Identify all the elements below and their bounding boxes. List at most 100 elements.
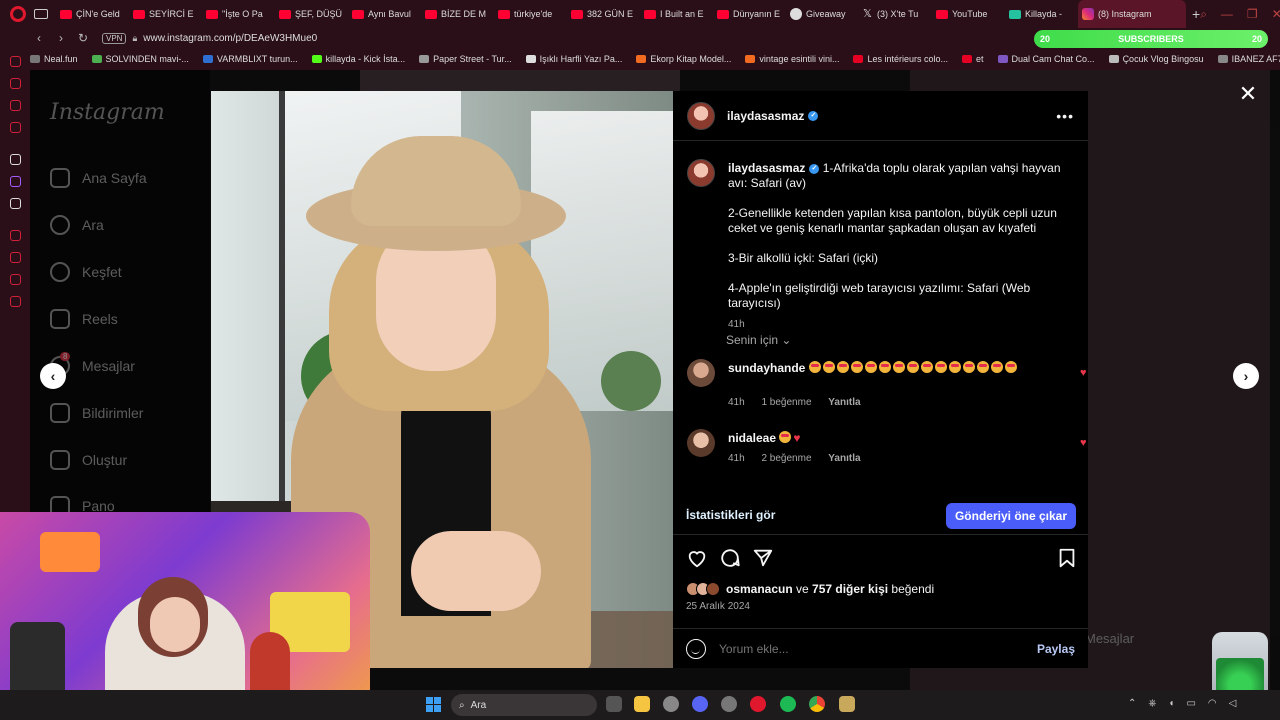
bookmark-item[interactable]: Dual Cam Chat Co...: [997, 54, 1095, 64]
avatar[interactable]: [687, 101, 715, 130]
tab-overview-icon[interactable]: [34, 9, 48, 19]
network-icon[interactable]: ◠: [1208, 698, 1217, 709]
volume-icon[interactable]: ◁: [1229, 698, 1237, 709]
bookmark-item[interactable]: Neal.fun: [30, 54, 78, 64]
new-tab-button[interactable]: +: [1192, 6, 1200, 22]
browser-tab[interactable]: Giveaway: [786, 0, 859, 28]
next-post-button[interactable]: ›: [1233, 363, 1259, 389]
browser-tab[interactable]: 𝕏 (3) X'te Tu: [859, 0, 932, 28]
system-tray: ⌃ ⎈ ◖ ▭ ◠ ◁: [1128, 698, 1236, 709]
browser-tab[interactable]: 382 GÜN E: [567, 0, 640, 28]
commenter-avatar[interactable]: [687, 359, 715, 387]
close-modal-icon[interactable]: ✕: [1238, 83, 1258, 105]
commenter-avatar[interactable]: [687, 429, 715, 457]
spaces-sidebar-icon[interactable]: [10, 154, 21, 165]
bookmark-item[interactable]: SOLVINDEN mavi-...: [91, 54, 189, 64]
spotify-icon[interactable]: [780, 696, 796, 712]
commenter-username[interactable]: sundayhande: [728, 361, 805, 375]
forward-icon[interactable]: ›: [52, 31, 70, 45]
more-options-icon[interactable]: •••: [1056, 108, 1074, 124]
bookmark-item[interactable]: Paper Street - Tur...: [419, 54, 512, 64]
twitch-sidebar-icon[interactable]: [10, 176, 21, 187]
discord-icon[interactable]: [692, 696, 708, 712]
browser-tab[interactable]: Aynı Bavul: [348, 0, 421, 28]
reply-button[interactable]: Yanıtla: [828, 453, 860, 464]
caption-avatar[interactable]: [687, 159, 715, 187]
caption-body: ilaydasasmaz ✓ 1-Afrika'da toplu olarak y…: [728, 161, 1078, 332]
history-sidebar-icon[interactable]: [10, 252, 21, 263]
bookmark-item[interactable]: et: [962, 54, 984, 64]
browser-tab[interactable]: BİZE DE M: [421, 0, 494, 28]
bookmark-favicon-icon: [962, 55, 973, 63]
share-icon[interactable]: [752, 547, 774, 569]
bookmark-item[interactable]: VARMBLIXT turun...: [202, 54, 298, 64]
post-username[interactable]: ilaydasasmaz ✓: [727, 109, 819, 123]
post-comment-button[interactable]: Paylaş: [1037, 642, 1075, 656]
steam-icon[interactable]: [721, 696, 737, 712]
messenger-sidebar-icon[interactable]: [10, 78, 21, 89]
browser-tab[interactable]: YouTube: [932, 0, 1005, 28]
browser-tab[interactable]: Dünyanın E: [713, 0, 786, 28]
bookmark-item[interactable]: Ekorp Kitap Model...: [636, 54, 731, 64]
reply-button[interactable]: Yanıtla: [828, 397, 860, 408]
bookmark-item[interactable]: Işıklı Harfli Yazı Pa...: [525, 54, 622, 64]
task-view-icon[interactable]: [606, 696, 622, 712]
browser-tab[interactable]: Killayda -: [1005, 0, 1078, 28]
browser-tab[interactable]: SEYİRCİ E: [129, 0, 202, 28]
opera-logo-icon[interactable]: [10, 6, 26, 22]
close-window-icon[interactable]: ✕: [1272, 7, 1280, 22]
settings-sidebar-icon[interactable]: [10, 296, 21, 307]
comment-filter-dropdown[interactable]: Senin için ⌄: [726, 333, 791, 347]
tray-chevron-icon[interactable]: ⌃: [1128, 698, 1136, 709]
comment-icon[interactable]: [719, 547, 741, 569]
file-explorer-icon[interactable]: [634, 696, 650, 712]
taskbar-search[interactable]: ⌕ Ara: [451, 694, 597, 716]
instagram-sidebar-icon[interactable]: [10, 122, 21, 133]
player-sidebar-icon[interactable]: [10, 230, 21, 241]
emoji-picker-icon[interactable]: [686, 638, 706, 659]
commenter-username[interactable]: nidaleae: [728, 431, 776, 445]
obs-icon[interactable]: [663, 696, 679, 712]
tab-instagram[interactable]: (8) Instagram: [1078, 0, 1186, 28]
chrome-icon[interactable]: [809, 696, 825, 712]
mic-icon[interactable]: ◖: [1168, 698, 1174, 709]
search-tabs-icon[interactable]: ⌕: [1200, 7, 1207, 22]
windows-start-icon[interactable]: [426, 697, 441, 712]
comment-like-heart-icon[interactable]: ♥: [1080, 368, 1090, 379]
bookmark-item[interactable]: Çocuk Vlog Bingosu: [1108, 54, 1204, 64]
display-icon[interactable]: ▭: [1186, 698, 1195, 709]
reload-icon[interactable]: ↻: [74, 31, 92, 45]
bookmark-item[interactable]: vintage esintili vini...: [745, 54, 839, 64]
bookmark-item[interactable]: IBANEZ AF75G-B...: [1217, 54, 1280, 64]
downloads-sidebar-icon[interactable]: [10, 274, 21, 285]
like-heart-icon[interactable]: [686, 547, 708, 569]
browser-tab[interactable]: I Built an E: [640, 0, 713, 28]
url-field[interactable]: www.instagram.com/p/DEAeW3HMue0: [143, 33, 317, 44]
bookmark-item[interactable]: killayda - Kick İsta...: [311, 54, 405, 64]
maximize-icon[interactable]: ❐: [1247, 7, 1258, 22]
bookmark-item[interactable]: Les intérieurs colo...: [853, 54, 948, 64]
previous-post-button[interactable]: ‹: [40, 363, 66, 389]
x-sidebar-icon[interactable]: [10, 198, 21, 209]
bluetooth-icon[interactable]: ⎈: [1148, 698, 1156, 709]
comment-like-heart-icon[interactable]: ♥: [1080, 438, 1090, 449]
bookmark-icon[interactable]: [1056, 547, 1078, 569]
bookmark-favicon-icon: [91, 55, 102, 63]
caption-username[interactable]: ilaydasasmaz ✓: [728, 161, 820, 175]
aria-icon[interactable]: [10, 56, 21, 67]
view-insights-link[interactable]: İstatistikleri gör: [686, 508, 775, 522]
opera-taskbar-icon[interactable]: [750, 696, 766, 712]
notes-icon[interactable]: [839, 696, 855, 712]
boost-post-button[interactable]: Gönderiyi öne çıkar: [946, 503, 1076, 529]
browser-tab[interactable]: türkiye'de: [494, 0, 567, 28]
browser-tab[interactable]: ŞEF, DÜŞÜ: [275, 0, 348, 28]
comment-input[interactable]: [719, 641, 1019, 656]
whatsapp-sidebar-icon[interactable]: [10, 100, 21, 111]
back-icon[interactable]: ‹: [30, 31, 48, 45]
minimize-icon[interactable]: —: [1221, 7, 1233, 22]
browser-tab[interactable]: "İşte O Pa: [202, 0, 275, 28]
likes-summary[interactable]: osmanacun ve 757 diğer kişi beğendi: [686, 582, 934, 596]
window-controls: ⌕ — ❐ ✕: [1200, 7, 1280, 22]
browser-tab[interactable]: ÇİN'e Geld: [56, 0, 129, 28]
vpn-badge[interactable]: VPN: [102, 32, 127, 44]
